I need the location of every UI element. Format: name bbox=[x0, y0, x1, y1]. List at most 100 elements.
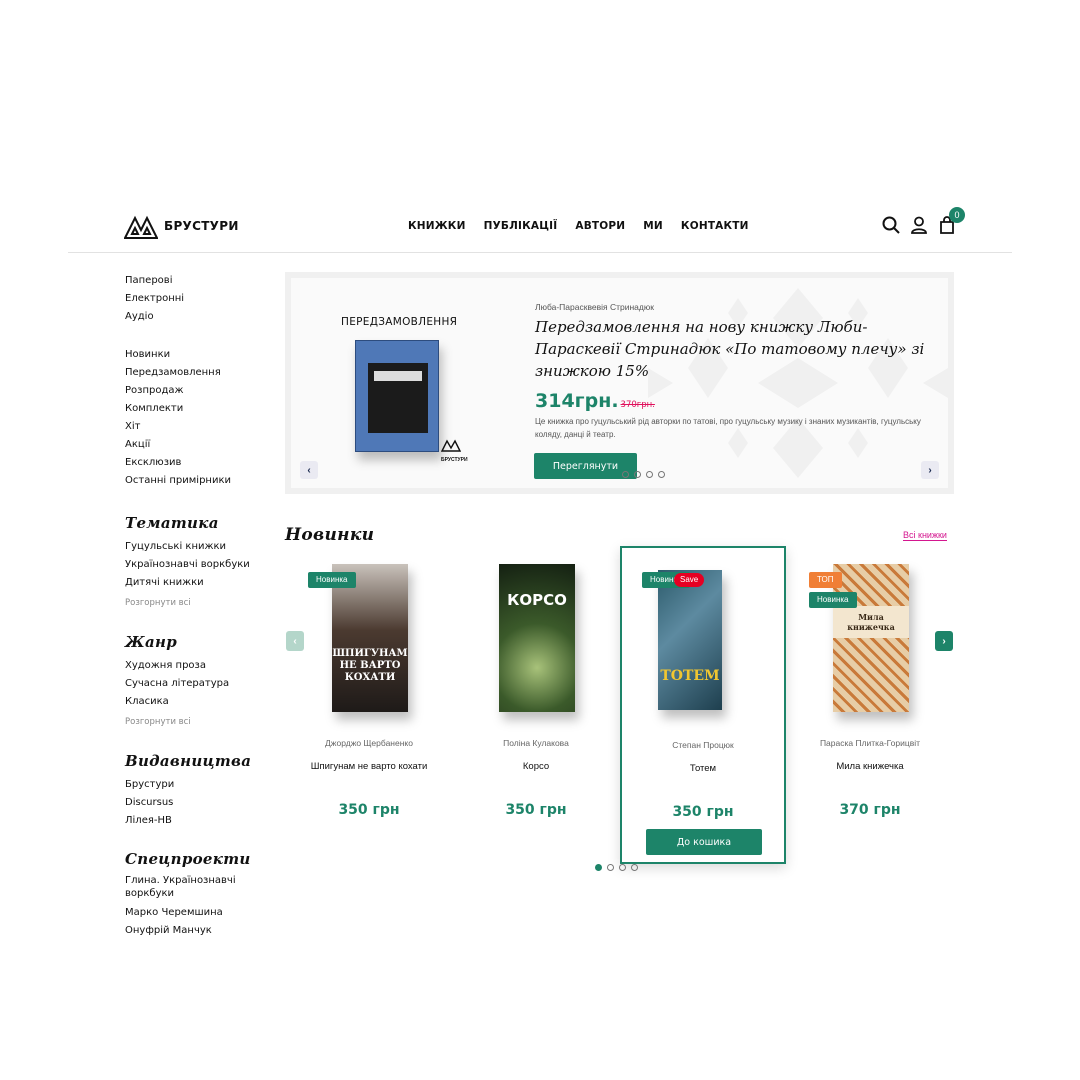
hero-old-price: 370грн. bbox=[620, 400, 655, 410]
book-cover-title-plate bbox=[374, 371, 422, 381]
hero-preorder-label: ПЕРЕДЗАМОВЛЕННЯ bbox=[341, 316, 458, 328]
book-title[interactable]: Тотем bbox=[642, 762, 764, 775]
badge-new: Новинка bbox=[308, 572, 356, 588]
hero-price: 314грн. 370грн. bbox=[535, 390, 655, 412]
book-title[interactable]: Шпигунам не варто кохати bbox=[306, 760, 432, 773]
sidebar-collections: Новинки Передзамовлення Розпродаж Компле… bbox=[125, 346, 275, 490]
sidebar-item-cheremshyna[interactable]: Марко Черемшина bbox=[125, 904, 275, 922]
mountain-logo-icon bbox=[124, 215, 158, 239]
sidebar-item-last-copies[interactable]: Останні примірники bbox=[125, 472, 275, 490]
hero-dot[interactable] bbox=[646, 471, 653, 478]
main-nav: КНИЖКИ ПУБЛІКАЦІЇ АВТОРИ МИ КОНТАКТИ bbox=[408, 220, 749, 232]
book-cover-title: ТОТЕМ bbox=[660, 668, 720, 684]
sidebar-item-fiction[interactable]: Художня проза bbox=[125, 657, 275, 675]
section-title-new: Новинки bbox=[285, 525, 375, 545]
hero-dot[interactable] bbox=[634, 471, 641, 478]
book-author: Джорджо Щербаненко bbox=[325, 738, 413, 748]
hero-dot[interactable] bbox=[658, 471, 665, 478]
book-price: 350 грн bbox=[505, 802, 567, 818]
book-cover[interactable]: Мила книжечка bbox=[833, 564, 909, 712]
sidebar-item-discursus[interactable]: Discursus bbox=[125, 794, 275, 812]
user-icon[interactable] bbox=[910, 216, 928, 234]
hero-description: Це книжка про гуцульський рід авторки по… bbox=[535, 417, 921, 439]
sidebar-item-modern-lit[interactable]: Сучасна література bbox=[125, 675, 275, 693]
list-dot[interactable] bbox=[607, 864, 614, 871]
product-card[interactable]: КОРСО Поліна Кулакова Корсо 350 грн bbox=[453, 546, 619, 864]
sidebar-item-electronic[interactable]: Електронні bbox=[125, 290, 275, 308]
book-author: Поліна Кулакова bbox=[503, 738, 569, 748]
list-pagination bbox=[595, 864, 638, 871]
book-title[interactable]: Корсо bbox=[473, 760, 599, 773]
nav-contacts[interactable]: КОНТАКТИ bbox=[681, 220, 749, 232]
sidebar-heading-topics: Тематика bbox=[125, 514, 219, 532]
hero-publisher-logo: БРУСТУРИ bbox=[440, 438, 468, 463]
hero-pagination bbox=[622, 471, 665, 478]
sidebar-item-lileya[interactable]: Лілея-НВ bbox=[125, 812, 275, 830]
book-price: 350 грн bbox=[672, 804, 734, 820]
hero-slide[interactable]: ПЕРЕДЗАМОВЛЕННЯ БРУСТУРИ Люба-Парасквеві… bbox=[291, 278, 948, 488]
sidebar-item-kids[interactable]: Дитячі книжки bbox=[125, 574, 275, 592]
site-header: БРУСТУРИ КНИЖКИ ПУБЛІКАЦІЇ АВТОРИ МИ КОН… bbox=[68, 200, 1012, 253]
cart-button[interactable]: 0 bbox=[938, 207, 965, 234]
nav-publications[interactable]: ПУБЛІКАЦІЇ bbox=[484, 220, 558, 232]
hero-dot[interactable] bbox=[622, 471, 629, 478]
nav-authors[interactable]: АВТОРИ bbox=[575, 220, 625, 232]
list-dot[interactable] bbox=[595, 864, 602, 871]
sidebar-item-new[interactable]: Новинки bbox=[125, 346, 275, 364]
product-card[interactable]: ШПИГУНАМ НЕ ВАРТО КОХАТИ Новинка Джорджо… bbox=[286, 546, 452, 864]
sidebar-item-brustury[interactable]: Брустури bbox=[125, 776, 275, 794]
sidebar-item-preorder[interactable]: Передзамовлення bbox=[125, 364, 275, 382]
all-books-link[interactable]: Всі книжки bbox=[903, 530, 947, 541]
sidebar-heading-publishers: Видавництва bbox=[125, 752, 252, 770]
sidebar-item-promos[interactable]: Акції bbox=[125, 436, 275, 454]
add-to-cart-button[interactable]: До кошика bbox=[646, 829, 762, 855]
sidebar-item-hutsul[interactable]: Гуцульські книжки bbox=[125, 538, 275, 556]
list-dot[interactable] bbox=[619, 864, 626, 871]
search-icon[interactable] bbox=[882, 216, 900, 234]
sidebar-item-classics[interactable]: Класика bbox=[125, 693, 275, 711]
logo[interactable]: БРУСТУРИ bbox=[124, 212, 239, 240]
sidebar-item-hlyna[interactable]: Глина. Українознавчі воркбуки bbox=[125, 874, 275, 900]
pinterest-save-button[interactable]: Save bbox=[674, 573, 705, 587]
book-price: 350 грн bbox=[338, 802, 400, 818]
hero-current-price: 314грн. bbox=[535, 390, 619, 412]
badge-top: ТОП bbox=[809, 572, 842, 588]
sidebar-item-exclusive[interactable]: Ексклюзив bbox=[125, 454, 275, 472]
hero-next-button[interactable]: › bbox=[921, 461, 939, 479]
sidebar-heading-special: Спецпроекти bbox=[125, 850, 251, 868]
book-price: 370 грн bbox=[839, 802, 901, 818]
hero-author: Люба-Парасквевія Стринадюк bbox=[535, 302, 654, 312]
sidebar-item-workbooks[interactable]: Українознавчі воркбуки bbox=[125, 556, 275, 574]
hero-banner: ПЕРЕДЗАМОВЛЕННЯ БРУСТУРИ Люба-Парасквеві… bbox=[285, 272, 954, 494]
hero-book-cover[interactable] bbox=[355, 340, 439, 452]
sidebar-formats: Паперові Електронні Аудіо bbox=[125, 272, 275, 326]
sidebar-group-genre: Жанр Художня проза Сучасна література Кл… bbox=[125, 633, 275, 732]
sidebar-item-audio[interactable]: Аудіо bbox=[125, 308, 275, 326]
sidebar-item-manchuk[interactable]: Онуфрій Манчук bbox=[125, 922, 275, 940]
sidebar-group-publishers: Видавництва Брустури Discursus Лілея-НВ bbox=[125, 752, 275, 830]
product-card[interactable]: Мила книжечка ТОП Новинка Параска Плитка… bbox=[787, 546, 953, 864]
nav-about[interactable]: МИ bbox=[643, 220, 663, 232]
list-dot[interactable] bbox=[631, 864, 638, 871]
sidebar-group-topics: Тематика Гуцульські книжки Українознавчі… bbox=[125, 514, 275, 613]
sidebar-item-hit[interactable]: Хіт bbox=[125, 418, 275, 436]
sidebar-item-bundles[interactable]: Комплекти bbox=[125, 400, 275, 418]
nav-books[interactable]: КНИЖКИ bbox=[408, 220, 466, 232]
hero-publisher-logo-text: БРУСТУРИ bbox=[441, 457, 468, 463]
cart-count-badge: 0 bbox=[949, 207, 965, 223]
sidebar-expand-topics[interactable]: Розгорнути всі bbox=[125, 598, 191, 608]
hero-prev-button[interactable]: ‹ bbox=[300, 461, 318, 479]
sidebar-heading-genre: Жанр bbox=[125, 633, 178, 651]
header-icons: 0 bbox=[882, 207, 965, 234]
sidebar: Паперові Електронні Аудіо Новинки Передз… bbox=[125, 272, 275, 960]
logo-text: БРУСТУРИ bbox=[164, 219, 239, 233]
book-cover[interactable]: КОРСО bbox=[499, 564, 575, 712]
sidebar-expand-genre[interactable]: Розгорнути всі bbox=[125, 717, 191, 727]
sidebar-item-paper[interactable]: Паперові bbox=[125, 272, 275, 290]
product-card-highlighted[interactable]: ТОТЕМ Новинка Save Степан Процюк Тотем 3… bbox=[620, 546, 786, 864]
book-title[interactable]: Мила книжечка bbox=[807, 760, 933, 773]
book-cover[interactable]: ТОТЕМ bbox=[658, 570, 722, 710]
sidebar-item-sale[interactable]: Розпродаж bbox=[125, 382, 275, 400]
book-author: Степан Процюк bbox=[672, 740, 734, 750]
book-cover-title: КОРСО bbox=[507, 591, 567, 609]
